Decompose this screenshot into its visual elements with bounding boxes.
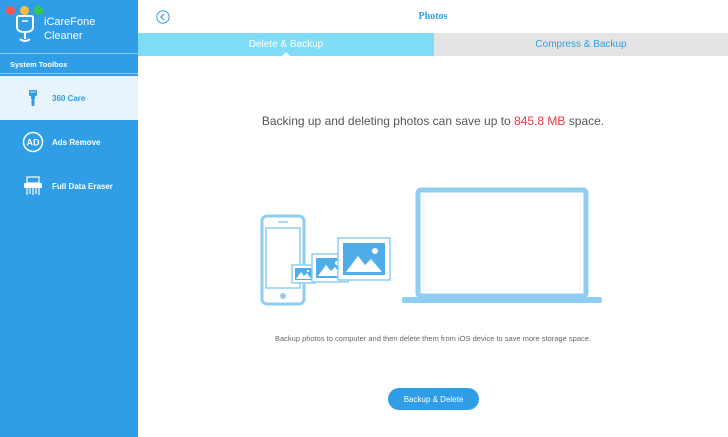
photo-large-icon xyxy=(337,237,391,281)
tab-label: Delete & Backup xyxy=(248,39,324,50)
backup-delete-button[interactable]: Backup & Delete xyxy=(388,388,479,410)
headline-prefix: Backing up and deleting photos can save … xyxy=(261,114,511,128)
description-text: Backup photos to computer and then delet… xyxy=(274,334,591,343)
tab-label: Compress & Backup xyxy=(535,39,627,50)
brush-icon xyxy=(22,87,44,109)
active-tab-indicator xyxy=(281,52,291,57)
tab-delete-backup[interactable]: Delete & Backup xyxy=(138,33,434,57)
shredder-icon xyxy=(22,175,44,197)
app-name: iCareFone Cleaner xyxy=(44,15,95,43)
sidebar-item-ads-remove[interactable]: AD Ads Remove xyxy=(0,120,138,164)
sidebar-divider xyxy=(0,53,138,54)
phone-icon xyxy=(260,214,306,306)
section-divider xyxy=(0,73,138,74)
headline-suffix: space. xyxy=(568,114,605,128)
savings-headline: Backing up and deleting photos can save … xyxy=(138,114,728,128)
page-title: Photos xyxy=(418,11,448,22)
tab-compress-backup[interactable]: Compress & Backup xyxy=(434,33,728,56)
sidebar-item-label: Ads Remove xyxy=(52,137,101,147)
sidebar-item-360-care[interactable]: 360 Care xyxy=(0,76,138,120)
app-logo-icon xyxy=(16,15,34,42)
savings-size: 845.8 MB xyxy=(514,114,566,128)
app-name-line2: Cleaner xyxy=(44,30,83,42)
svg-text:AD: AD xyxy=(27,138,40,148)
app-window: iCareFone Cleaner System Toolbox 360 Car… xyxy=(0,0,728,437)
sidebar-item-label: Full Data Eraser xyxy=(52,181,113,191)
app-brand: iCareFone Cleaner xyxy=(14,14,95,44)
tab-bar: Delete & Backup Compress & Backup xyxy=(138,33,728,57)
sidebar-item-full-data-eraser[interactable]: Full Data Eraser xyxy=(0,164,138,208)
sidebar-item-label: 360 Care xyxy=(52,93,86,103)
laptop-icon xyxy=(402,187,602,303)
main-panel: Photos Delete & Backup Compress & Backup… xyxy=(138,0,728,437)
backup-illustration xyxy=(260,187,602,306)
app-name-line1: iCareFone xyxy=(44,16,96,28)
ad-icon: AD xyxy=(22,131,44,153)
sidebar: iCareFone Cleaner System Toolbox 360 Car… xyxy=(0,0,138,437)
section-label: System Toolbox xyxy=(10,60,68,69)
